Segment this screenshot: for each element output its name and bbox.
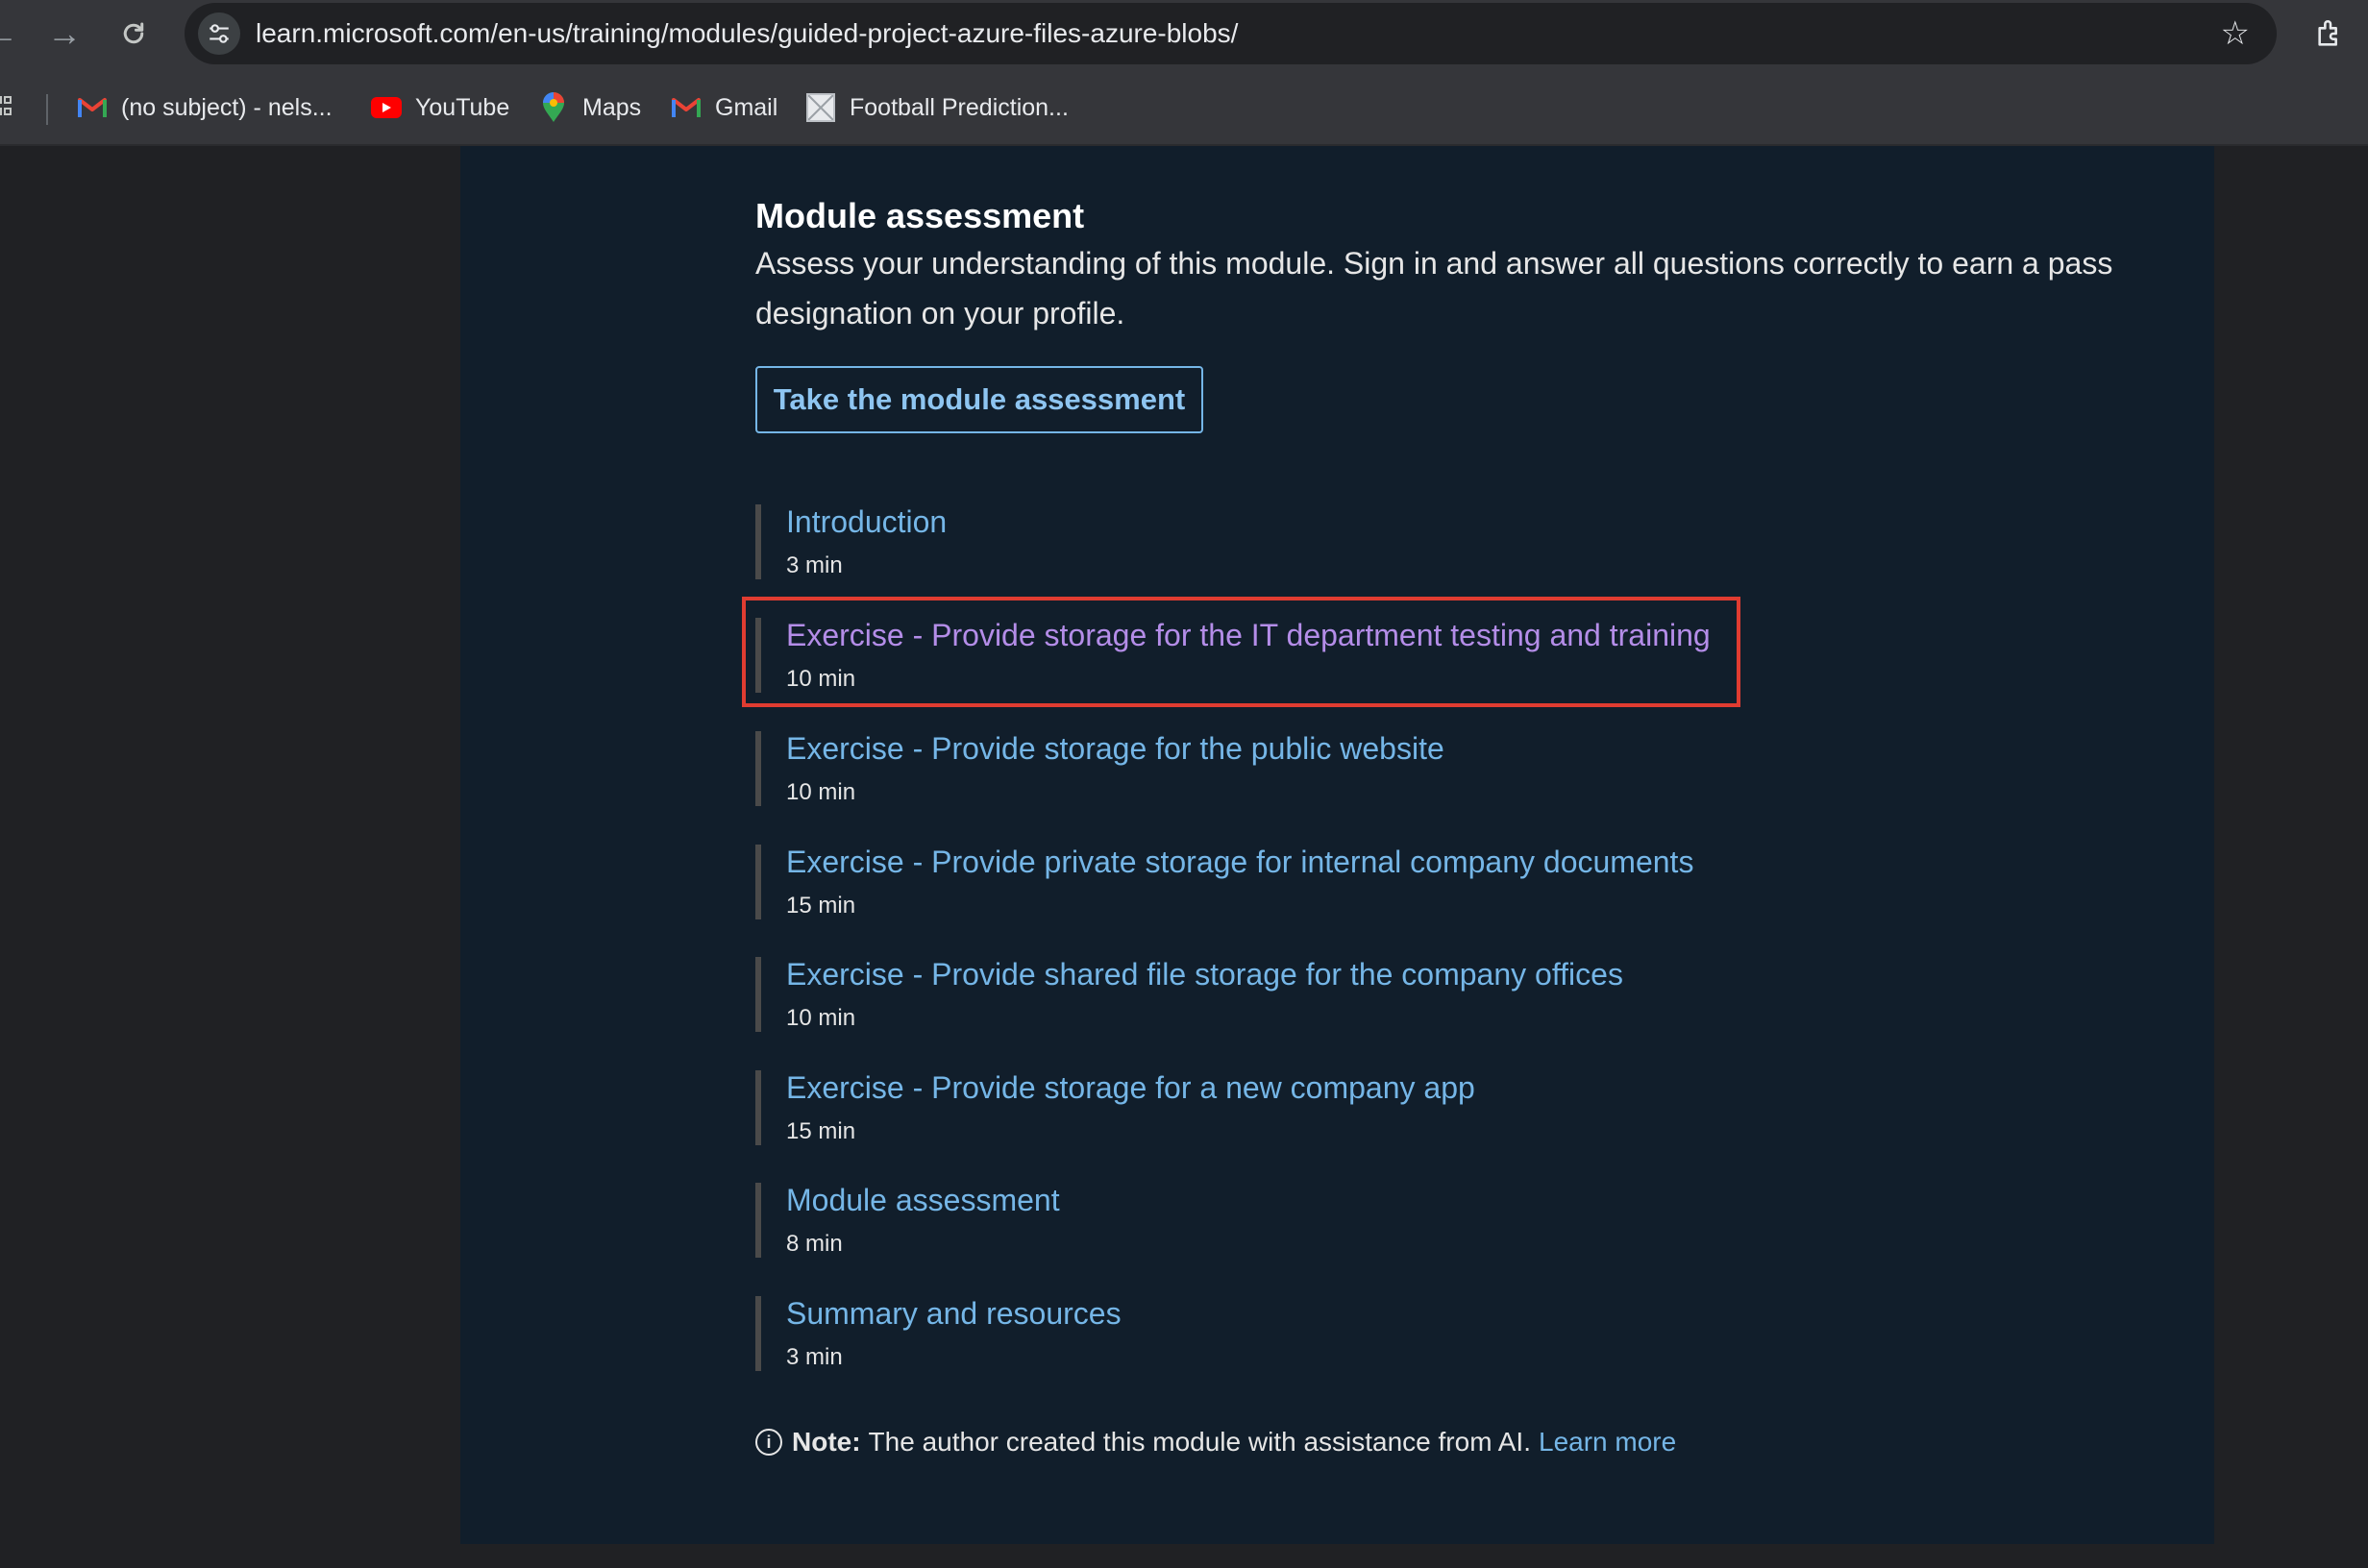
url-text[interactable]: learn.microsoft.com/en-us/training/modul… bbox=[256, 3, 1238, 64]
unit-link[interactable]: Exercise - Provide shared file storage f… bbox=[786, 957, 1623, 992]
unit-duration: 10 min bbox=[786, 779, 856, 805]
unit-link[interactable]: Module assessment bbox=[786, 1183, 1060, 1218]
bookmark-football-prediction[interactable]: Football Prediction... bbox=[805, 90, 1069, 125]
unit-progress-bar bbox=[755, 1296, 761, 1371]
learn-more-link[interactable]: Learn more bbox=[1539, 1427, 1676, 1458]
ai-note: i Note: The author created this module w… bbox=[755, 1422, 1676, 1462]
unit-link[interactable]: Exercise - Provide storage for a new com… bbox=[786, 1070, 1475, 1106]
reload-icon[interactable] bbox=[111, 12, 156, 56]
note-text: The author created this module with assi… bbox=[868, 1427, 1531, 1457]
note-label: Note: bbox=[792, 1427, 861, 1457]
unit-progress-bar bbox=[755, 1070, 761, 1145]
bookmark-youtube[interactable]: YouTube bbox=[371, 90, 509, 125]
assessment-heading: Module assessment bbox=[755, 196, 1085, 235]
unit-duration: 15 min bbox=[786, 1118, 856, 1144]
unit-list-item: Exercise - Provide storage for the publi… bbox=[755, 731, 1764, 806]
unit-list-item: Summary and resources 3 min bbox=[755, 1296, 1764, 1371]
take-assessment-button[interactable]: Take the module assessment bbox=[755, 366, 1203, 433]
highlight-box bbox=[742, 597, 1740, 707]
assessment-description: Assess your understanding of this module… bbox=[755, 246, 2113, 331]
bookmark-gmail-thread[interactable]: (no subject) - nels... bbox=[77, 90, 333, 125]
unit-list-item: Exercise - Provide private storage for i… bbox=[755, 845, 1764, 919]
gmail-icon bbox=[671, 92, 702, 123]
unit-list-item: Exercise - Provide storage for a new com… bbox=[755, 1070, 1764, 1145]
bookmark-label: Gmail bbox=[715, 93, 778, 121]
extensions-icon[interactable] bbox=[2306, 10, 2355, 58]
unit-link[interactable]: Exercise - Provide storage for the publi… bbox=[786, 731, 1444, 767]
youtube-icon bbox=[371, 92, 402, 123]
maps-icon bbox=[538, 92, 569, 123]
bookmark-maps[interactable]: Maps bbox=[538, 90, 641, 125]
back-icon[interactable]: ← bbox=[0, 12, 23, 56]
browser-toolbar: ← → learn.microsoft.com/en-us/training/m… bbox=[0, 0, 2368, 67]
bookmarks-separator bbox=[46, 94, 48, 125]
bookmark-label: (no subject) - nels... bbox=[121, 93, 333, 121]
unit-progress-bar bbox=[755, 1183, 761, 1258]
unit-list-item: Introduction 3 min bbox=[755, 504, 1764, 579]
forward-icon[interactable]: → bbox=[42, 12, 86, 56]
unit-list-item: Exercise - Provide shared file storage f… bbox=[755, 957, 1764, 1032]
image-icon bbox=[805, 92, 836, 123]
unit-progress-bar bbox=[755, 845, 761, 919]
apps-grid-icon[interactable] bbox=[0, 96, 15, 121]
unit-progress-bar bbox=[755, 957, 761, 1032]
gmail-icon bbox=[77, 92, 108, 123]
bookmark-label: Maps bbox=[582, 93, 642, 121]
bookmark-label: Football Prediction... bbox=[850, 93, 1069, 121]
info-icon: i bbox=[755, 1429, 782, 1456]
unit-duration: 3 min bbox=[786, 1344, 843, 1370]
unit-duration: 3 min bbox=[786, 552, 843, 578]
bookmark-label: YouTube bbox=[415, 93, 510, 121]
module-content-panel: Module assessment Assess your understand… bbox=[460, 146, 2214, 1544]
unit-list-item: Module assessment 8 min bbox=[755, 1183, 1764, 1258]
unit-duration: 10 min bbox=[786, 1005, 856, 1031]
unit-duration: 15 min bbox=[786, 893, 856, 919]
unit-link[interactable]: Exercise - Provide private storage for i… bbox=[786, 845, 1693, 880]
unit-progress-bar bbox=[755, 504, 761, 579]
bookmark-star-icon[interactable]: ☆ bbox=[2221, 3, 2250, 64]
unit-progress-bar bbox=[755, 731, 761, 806]
unit-link[interactable]: Introduction bbox=[786, 504, 947, 540]
unit-link[interactable]: Summary and resources bbox=[786, 1296, 1122, 1332]
bookmark-gmail[interactable]: Gmail bbox=[671, 90, 777, 125]
site-settings-icon[interactable] bbox=[198, 12, 240, 55]
unit-duration: 8 min bbox=[786, 1231, 843, 1257]
bookmarks-bar: (no subject) - nels... YouTube Maps Gmai… bbox=[0, 67, 2368, 146]
address-bar[interactable]: learn.microsoft.com/en-us/training/modul… bbox=[185, 3, 2277, 64]
